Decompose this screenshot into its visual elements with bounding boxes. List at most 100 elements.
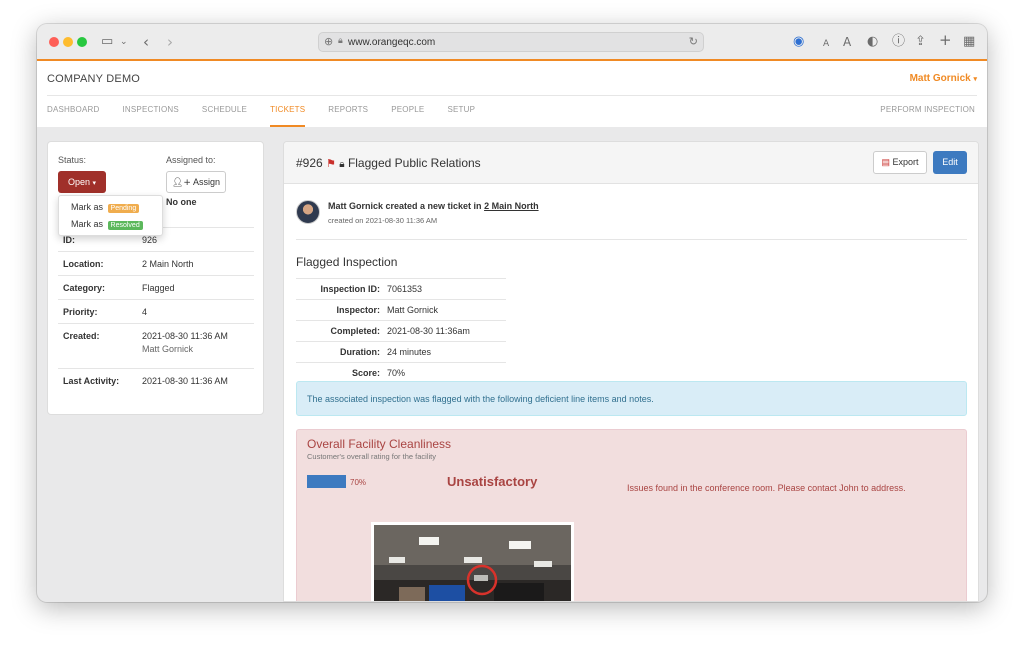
ticket-number: #926 xyxy=(296,156,323,170)
ticket-details-panel: Status: Assigned to: Open ▾ 👤︎+ Assign N… xyxy=(47,141,264,415)
inspection-value: 7061353 xyxy=(387,284,423,294)
status-value: Open xyxy=(67,177,90,187)
info-value: Flagged xyxy=(142,283,175,293)
url-text: www.orangeqc.com xyxy=(348,37,436,48)
nav-tab-setup[interactable]: SETUP xyxy=(447,105,475,127)
inspection-value: 70% xyxy=(387,368,406,378)
info-label: ID: xyxy=(63,235,75,245)
info-label: Priority: xyxy=(63,307,98,317)
assigned-value: No one xyxy=(166,197,197,207)
item-subtitle: Customer's overall rating for the facili… xyxy=(307,452,436,461)
inspection-label: Inspection ID: xyxy=(320,284,380,294)
main-nav: DASHBOARD INSPECTIONS SCHEDULE TICKETS REPOR… xyxy=(47,105,498,127)
info-value: 2021-08-30 11:36 AM xyxy=(142,331,228,341)
status-dropdown-button[interactable]: Open ▾ xyxy=(58,171,106,193)
text-larger-icon[interactable]: A xyxy=(843,33,851,51)
section-title: Flagged Inspection xyxy=(296,255,398,269)
inspection-label: Score: xyxy=(351,368,380,378)
nav-tab-people[interactable]: PEOPLE xyxy=(391,105,424,127)
nav-tab-reports[interactable]: REPORTS xyxy=(328,105,368,127)
add-user-icon: 👤︎+ xyxy=(172,178,191,188)
info-row-category: Category: Flagged xyxy=(58,275,254,299)
inspection-row-completed: Completed: 2021-08-30 11:36am xyxy=(296,320,506,341)
item-note: Issues found in the conference room. Ple… xyxy=(627,483,906,493)
browser-toolbar: ▭ ⌄ ‹ › ⊕ 🔒︎ www.orangeqc.com ↻ ◉ A A ◐ … xyxy=(37,24,987,60)
pending-badge: Pending xyxy=(107,204,140,213)
back-icon[interactable]: ‹ xyxy=(143,33,149,51)
activity-entry: Matt Gornick created a new ticket in 2 M… xyxy=(328,201,539,211)
sidebar-icon[interactable]: ▭ xyxy=(101,33,113,51)
inspection-row-inspector: Inspector: Matt Gornick xyxy=(296,299,506,320)
photo-image xyxy=(374,525,571,601)
info-label: Last Activity: xyxy=(63,376,120,386)
perform-inspection-link[interactable]: PERFORM INSPECTION xyxy=(880,105,975,114)
divider xyxy=(296,239,967,240)
flag-alert: The associated inspection was flagged wi… xyxy=(296,381,967,416)
info-row-created: Created: 2021-08-30 11:36 AM Matt Gornic… xyxy=(58,323,254,368)
share-icon[interactable]: ⇪ xyxy=(915,33,926,51)
assigned-label: Assigned to: xyxy=(166,155,216,165)
inspection-value: 24 minutes xyxy=(387,347,432,357)
activity-text: Matt Gornick created a new ticket in xyxy=(328,201,482,211)
info-value: 2 Main North xyxy=(142,259,194,269)
forward-icon[interactable]: › xyxy=(167,33,173,51)
inspection-value: 2021-08-30 11:36am xyxy=(387,326,470,336)
inspection-value: Matt Gornick xyxy=(387,305,439,315)
inspection-label: Duration: xyxy=(340,347,380,357)
inspection-photo[interactable] xyxy=(371,522,574,601)
avatar xyxy=(296,200,320,224)
reload-icon[interactable]: ↻ xyxy=(689,35,698,48)
status-dropdown-menu: Mark as Pending Mark as Resolved xyxy=(58,195,163,236)
lock-icon: 🔒︎ xyxy=(339,159,345,170)
lock-icon: 🔒︎ xyxy=(338,36,343,46)
info-value: 926 xyxy=(142,235,158,245)
info-subvalue: Matt Gornick xyxy=(142,344,194,354)
user-menu[interactable]: Matt Gornick ▾ xyxy=(910,73,977,84)
flag-icon: ⚑ xyxy=(326,157,336,170)
info-icon[interactable]: ⓘ xyxy=(892,33,905,51)
mark-pending-item[interactable]: Mark as Pending xyxy=(71,202,140,213)
address-bar[interactable]: ⊕ 🔒︎ www.orangeqc.com ↻ xyxy=(318,32,704,52)
assign-button[interactable]: 👤︎+ Assign xyxy=(166,171,226,193)
assign-label: Assign xyxy=(192,177,220,187)
nav-tab-tickets[interactable]: TICKETS xyxy=(270,105,306,127)
item-title: Overall Facility Cleanliness xyxy=(307,437,452,451)
close-window-button[interactable] xyxy=(49,37,59,47)
browser-window: ▭ ⌄ ‹ › ⊕ 🔒︎ www.orangeqc.com ↻ ◉ A A ◐ … xyxy=(37,24,987,602)
nav-tab-inspections[interactable]: INSPECTIONS xyxy=(122,105,178,127)
tab-overview-icon[interactable]: ▦ xyxy=(963,33,975,51)
app-header: COMPANY DEMO Matt Gornick ▾ DASHBOARD INS… xyxy=(37,61,987,127)
pdf-icon: ▤ xyxy=(881,157,890,167)
ticket-main-panel: #926 ⚑ 🔒︎ Flagged Public Relations ▤ Exp… xyxy=(283,141,979,602)
info-label: Location: xyxy=(63,259,104,269)
inspection-label: Inspector: xyxy=(336,305,380,315)
info-row-last-activity: Last Activity: 2021-08-30 11:36 AM xyxy=(58,368,254,392)
mark-resolved-item[interactable]: Mark as Resolved xyxy=(71,219,143,230)
inspection-row-id: Inspection ID: 7061353 xyxy=(296,278,506,299)
inspection-row-score: Score: 70% xyxy=(296,362,506,383)
rating-text: Unsatisfactory xyxy=(447,474,538,489)
new-tab-icon[interactable]: + xyxy=(939,31,952,49)
info-value: 2021-08-30 11:36 AM xyxy=(142,376,228,386)
info-row-location: Location: 2 Main North xyxy=(58,251,254,275)
edit-button[interactable]: Edit xyxy=(933,151,967,174)
ticket-header: #926 ⚑ 🔒︎ Flagged Public Relations ▤ Exp… xyxy=(284,142,978,184)
zoom-window-button[interactable] xyxy=(77,37,87,47)
nav-tab-dashboard[interactable]: DASHBOARD xyxy=(47,105,99,127)
nav-tab-schedule[interactable]: SCHEDULE xyxy=(202,105,247,127)
export-label: Export xyxy=(892,157,919,167)
export-button[interactable]: ▤ Export xyxy=(873,151,927,174)
header-divider xyxy=(47,95,977,96)
password-manager-icon[interactable]: ◉ xyxy=(793,33,804,51)
location-link[interactable]: 2 Main North xyxy=(484,201,539,211)
minimize-window-button[interactable] xyxy=(63,37,73,47)
company-name: COMPANY DEMO xyxy=(47,73,141,85)
text-smaller-icon[interactable]: A xyxy=(823,35,829,53)
resolved-badge: Resolved xyxy=(107,221,143,230)
shield-icon[interactable]: ◐ xyxy=(867,33,878,51)
chevron-down-icon[interactable]: ⌄ xyxy=(120,33,128,51)
inspection-label: Completed: xyxy=(330,326,381,336)
info-row-priority: Priority: 4 xyxy=(58,299,254,323)
deficient-item-box: Overall Facility Cleanliness Customer's … xyxy=(296,429,967,601)
created-on-text: created on 2021-08-30 11:36 AM xyxy=(328,216,438,225)
